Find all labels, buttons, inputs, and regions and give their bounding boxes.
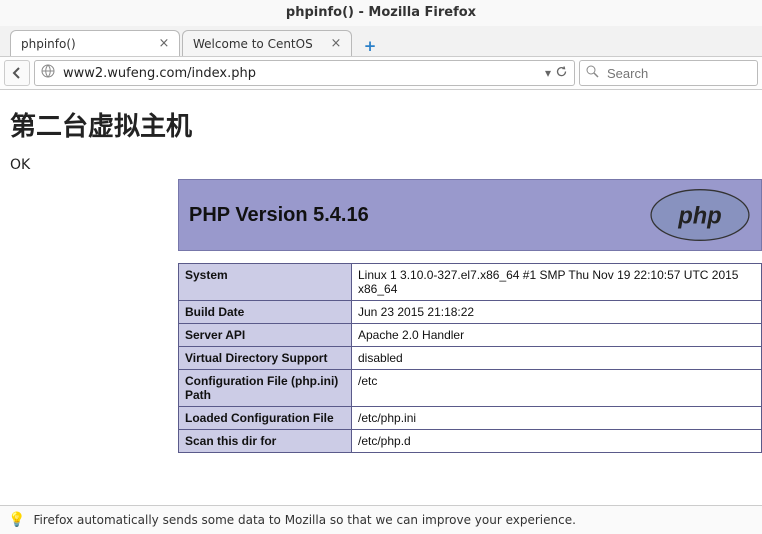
search-bar[interactable] — [579, 60, 758, 86]
url-input[interactable] — [61, 65, 539, 82]
table-row: SystemLinux 1 3.10.0-327.el7.x86_64 #1 S… — [179, 264, 762, 301]
info-value: Linux 1 3.10.0-327.el7.x86_64 #1 SMP Thu… — [352, 264, 762, 301]
reload-icon[interactable] — [555, 65, 568, 81]
globe-icon — [41, 64, 55, 82]
php-logo-icon: php — [649, 188, 751, 242]
info-key: System — [179, 264, 352, 301]
info-value: /etc/php.ini — [352, 407, 762, 430]
tab-label: Welcome to CentOS — [193, 37, 329, 51]
table-row: Configuration File (php.ini) Path/etc — [179, 370, 762, 407]
ok-text: OK — [10, 157, 752, 173]
info-value: Jun 23 2015 21:18:22 — [352, 301, 762, 324]
window-title: phpinfo() - Mozilla Firefox — [0, 0, 762, 26]
svg-text:php: php — [677, 203, 721, 229]
info-value: /etc — [352, 370, 762, 407]
info-value: Apache 2.0 Handler — [352, 324, 762, 347]
info-value: disabled — [352, 347, 762, 370]
status-message: Firefox automatically sends some data to… — [33, 513, 575, 527]
dropdown-icon[interactable]: ▾ — [545, 66, 551, 80]
info-key: Loaded Configuration File — [179, 407, 352, 430]
tab-strip: phpinfo() × Welcome to CentOS × + — [0, 26, 762, 57]
phpinfo-section: PHP Version 5.4.16 php SystemLinux 1 3.1… — [178, 179, 762, 453]
php-version-label: PHP Version 5.4.16 — [189, 204, 369, 227]
table-row: Server APIApache 2.0 Handler — [179, 324, 762, 347]
info-key: Server API — [179, 324, 352, 347]
status-bar: 💡 Firefox automatically sends some data … — [0, 505, 762, 534]
info-key: Build Date — [179, 301, 352, 324]
phpinfo-header: PHP Version 5.4.16 php — [178, 179, 762, 251]
page-heading: 第二台虚拟主机 — [10, 106, 752, 143]
close-icon[interactable]: × — [329, 36, 343, 51]
tab-label: phpinfo() — [21, 37, 157, 51]
search-icon — [586, 65, 599, 82]
lightbulb-icon: 💡 — [8, 512, 25, 528]
info-key: Scan this dir for — [179, 430, 352, 453]
info-key: Configuration File (php.ini) Path — [179, 370, 352, 407]
table-row: Build DateJun 23 2015 21:18:22 — [179, 301, 762, 324]
arrow-left-icon — [10, 66, 24, 80]
back-button[interactable] — [4, 60, 30, 86]
info-key: Virtual Directory Support — [179, 347, 352, 370]
page-content: 第二台虚拟主机 OK PHP Version 5.4.16 php System… — [0, 90, 762, 463]
table-row: Scan this dir for/etc/php.d — [179, 430, 762, 453]
plus-icon: + — [364, 37, 377, 55]
tab-centos[interactable]: Welcome to CentOS × — [182, 30, 352, 56]
search-input[interactable] — [605, 65, 762, 82]
nav-toolbar: ▾ — [0, 57, 762, 90]
url-bar[interactable]: ▾ — [34, 60, 575, 86]
table-row: Loaded Configuration File/etc/php.ini — [179, 407, 762, 430]
close-icon[interactable]: × — [157, 36, 171, 51]
new-tab-button[interactable]: + — [360, 36, 380, 56]
table-row: Virtual Directory Supportdisabled — [179, 347, 762, 370]
info-value: /etc/php.d — [352, 430, 762, 453]
phpinfo-table: SystemLinux 1 3.10.0-327.el7.x86_64 #1 S… — [178, 263, 762, 453]
tab-phpinfo[interactable]: phpinfo() × — [10, 30, 180, 56]
